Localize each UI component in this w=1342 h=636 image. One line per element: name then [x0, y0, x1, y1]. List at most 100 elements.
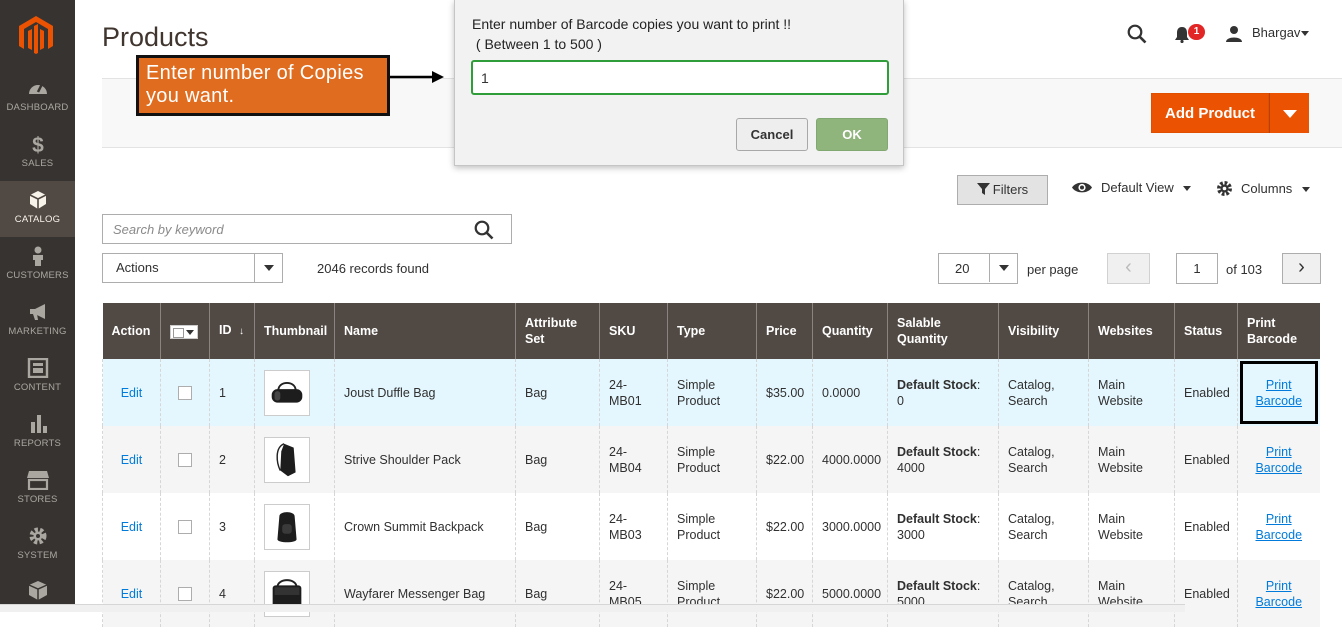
megaphone-icon	[29, 304, 45, 320]
storefront-icon	[26, 471, 49, 490]
cell-status: Enabled	[1174, 493, 1238, 560]
column-header-websites[interactable]: Websites	[1088, 303, 1175, 359]
column-header-status[interactable]: Status	[1174, 303, 1238, 359]
edit-link[interactable]: Edit	[121, 453, 143, 467]
chevron-down-icon[interactable]	[1301, 31, 1309, 36]
row-checkbox[interactable]	[178, 587, 192, 602]
cancel-button[interactable]: Cancel	[736, 118, 808, 151]
cell-visibility: Catalog, Search	[998, 560, 1089, 627]
cell-price: $22.00	[756, 560, 813, 627]
notification-count-badge[interactable]: 1	[1188, 24, 1205, 40]
product-thumbnail	[264, 436, 310, 483]
cell-attribute-set: Bag	[515, 493, 600, 560]
sidebar-item-content[interactable]: CONTENT	[0, 358, 75, 414]
columns-control[interactable]: Columns	[1216, 180, 1310, 197]
print-barcode-link[interactable]: Print Barcode	[1247, 377, 1311, 409]
gear-icon	[29, 527, 46, 545]
funnel-icon	[976, 183, 990, 195]
filters-button[interactable]: Filters	[957, 175, 1048, 205]
sidebar-item-marketing[interactable]: MARKETING	[0, 302, 75, 358]
print-barcode-link[interactable]: Print Barcode	[1247, 444, 1311, 476]
magento-logo[interactable]	[19, 16, 53, 56]
cell-name: Crown Summit Backpack	[334, 493, 516, 560]
add-product-button[interactable]: Add Product	[1151, 93, 1269, 133]
cell-websites: Main Website	[1088, 493, 1175, 560]
column-label: ID	[219, 323, 232, 337]
column-header-print-barcode[interactable]: Print Barcode	[1237, 303, 1320, 359]
edit-link[interactable]: Edit	[121, 520, 143, 534]
products-grid: Action ID ↓ Thumbnail Name Attribute Set…	[102, 303, 1320, 627]
user-name[interactable]: Bhargav	[1252, 25, 1300, 40]
sidebar-item-label: SYSTEM	[17, 550, 58, 561]
column-header-action[interactable]: Action	[102, 303, 161, 359]
cell-type: Simple Product	[667, 493, 757, 560]
chevron-down-icon	[1183, 186, 1192, 191]
sidebar-item-reports[interactable]: REPORTS	[0, 414, 75, 470]
sidebar-item-catalog[interactable]: CATALOG	[0, 181, 75, 237]
column-header-name[interactable]: Name	[334, 303, 516, 359]
sidebar-item-stores[interactable]: STORES	[0, 470, 75, 526]
column-header-salable-quantity[interactable]: Salable Quantity	[887, 303, 999, 359]
previous-page-button[interactable]: ‹	[1107, 253, 1150, 284]
mass-select-dropdown[interactable]	[170, 324, 198, 339]
ok-button[interactable]: OK	[816, 118, 888, 151]
column-header-id[interactable]: ID ↓	[209, 303, 255, 359]
per-page-label: per page	[1027, 262, 1079, 277]
column-header-thumbnail[interactable]: Thumbnail	[254, 303, 335, 359]
search-input[interactable]	[103, 215, 463, 243]
row-checkbox[interactable]	[178, 520, 192, 535]
sidebar-item-system[interactable]: SYSTEM	[0, 526, 75, 582]
cell-name: Joust Duffle Bag	[334, 359, 516, 426]
table-row[interactable]: Edit 3 Crown Summit Backpack Bag 24-MB03…	[102, 493, 1320, 560]
cell-id: 4	[209, 560, 255, 627]
eye-icon	[1072, 182, 1092, 193]
gear-icon	[1217, 181, 1232, 196]
sidebar-item-dashboard[interactable]: DASHBOARD	[0, 78, 75, 134]
dollar-icon: $	[32, 134, 44, 154]
dialog-message-line: Enter number of Barcode copies you want …	[472, 16, 792, 32]
column-header-quantity[interactable]: Quantity	[812, 303, 888, 359]
cell-salable-quantity: Default Stock: 0	[887, 359, 999, 426]
cell-id: 3	[209, 493, 255, 560]
view-switcher[interactable]: Default View	[1071, 180, 1192, 195]
print-barcode-link[interactable]: Print Barcode	[1247, 578, 1311, 610]
row-checkbox[interactable]	[178, 386, 192, 401]
dialog-message-line: ( Between 1 to 500 )	[472, 36, 602, 52]
column-header-type[interactable]: Type	[667, 303, 757, 359]
chevron-down-icon	[989, 254, 1017, 282]
per-page-select[interactable]: 20	[938, 253, 1018, 284]
search-icon[interactable]	[1127, 24, 1147, 44]
table-row[interactable]: Edit 4 Wayfarer Messenger Bag Bag 24-MB0…	[102, 560, 1320, 627]
filters-label: Filters	[992, 182, 1029, 197]
column-header-sku[interactable]: SKU	[599, 303, 668, 359]
cell-type: Simple Product	[667, 560, 757, 627]
add-product-type-dropdown[interactable]	[1269, 93, 1309, 133]
sidebar-item-label: STORES	[17, 494, 58, 505]
column-header-visibility[interactable]: Visibility	[998, 303, 1089, 359]
column-header-attribute-set[interactable]: Attribute Set	[515, 303, 600, 359]
copies-input[interactable]	[471, 60, 889, 95]
cell-type: Simple Product	[667, 359, 757, 426]
search-icon[interactable]	[474, 220, 494, 240]
table-row[interactable]: Edit 2 Strive Shoulder Pack Bag 24-MB04 …	[102, 426, 1320, 493]
mass-actions-select[interactable]: Actions	[102, 253, 283, 283]
page-number-input[interactable]: 1	[1176, 253, 1218, 284]
row-checkbox[interactable]	[178, 453, 192, 468]
per-page-value: 20	[955, 261, 970, 276]
cell-id: 2	[209, 426, 255, 493]
total-pages: of 103	[1226, 262, 1263, 277]
edit-link[interactable]: Edit	[121, 386, 143, 400]
cell-status: Enabled	[1174, 560, 1238, 627]
column-header-price[interactable]: Price	[756, 303, 813, 359]
sidebar-item-customers[interactable]: CUSTOMERS	[0, 246, 75, 302]
column-header-select[interactable]	[160, 303, 210, 359]
cell-status: Enabled	[1174, 359, 1238, 426]
table-row[interactable]: Edit 1 Joust Duffle Bag Bag 24-MB01 Simp…	[102, 359, 1320, 426]
next-page-button[interactable]: ›	[1282, 253, 1321, 284]
grid-header-row: Action ID ↓ Thumbnail Name Attribute Set…	[102, 303, 1320, 359]
edit-link[interactable]: Edit	[121, 587, 143, 601]
cell-sku: 24-MB05	[599, 560, 668, 627]
user-icon[interactable]	[1225, 25, 1243, 42]
annotation-arrow	[390, 71, 444, 83]
print-barcode-link[interactable]: Print Barcode	[1247, 511, 1311, 543]
